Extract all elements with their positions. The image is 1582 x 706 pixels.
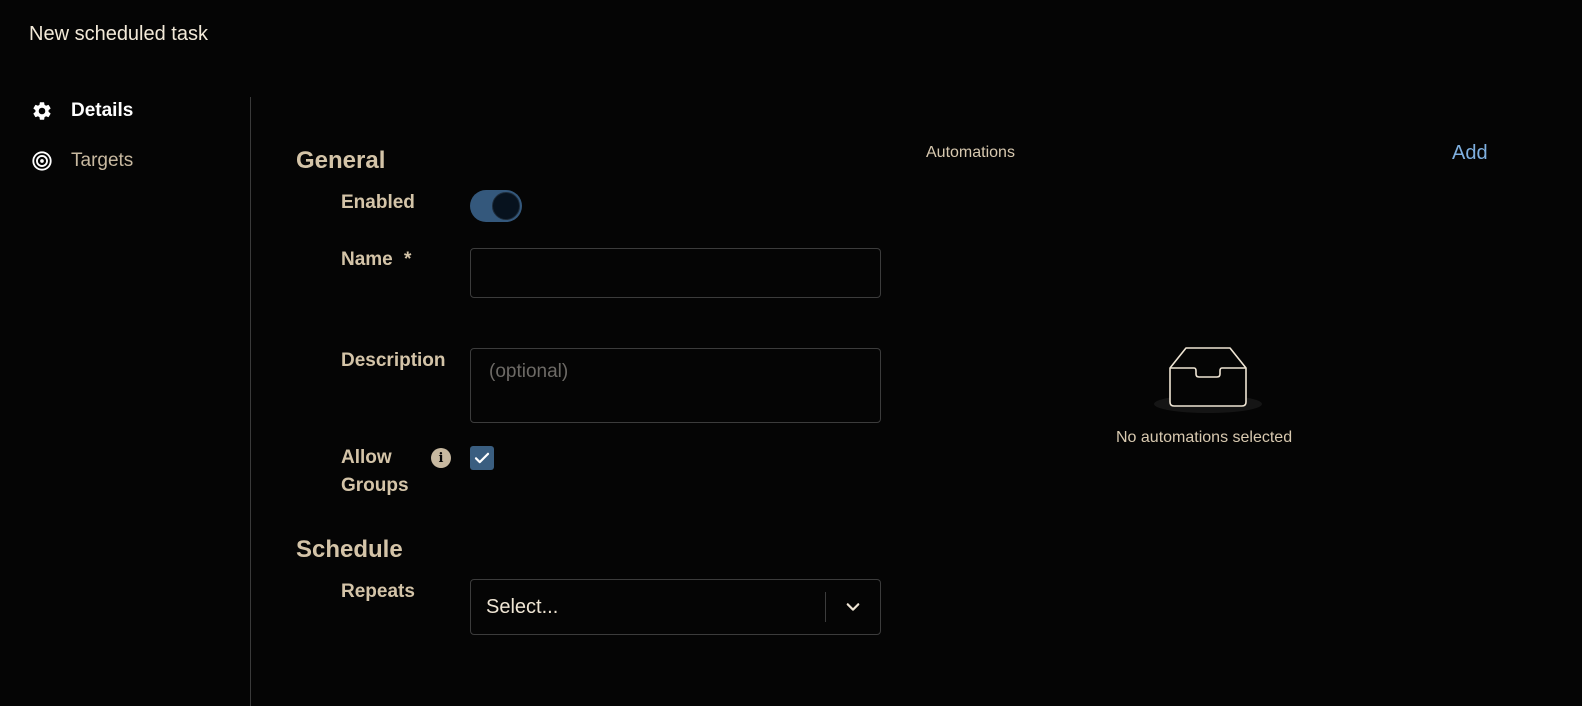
allow-groups-checkbox[interactable]	[470, 446, 494, 470]
enabled-toggle[interactable]	[470, 190, 522, 222]
name-input[interactable]	[470, 248, 881, 298]
page-title: New scheduled task	[29, 23, 208, 45]
empty-state-text: No automations selected	[1116, 429, 1293, 446]
section-title-general: General	[296, 147, 386, 174]
sidebar-divider	[250, 97, 251, 706]
empty-inbox-icon	[1150, 340, 1266, 420]
description-label: Description	[341, 350, 446, 371]
enabled-label: Enabled	[341, 192, 415, 213]
required-mark: *	[404, 249, 412, 270]
sidebar-item-details[interactable]: Details	[30, 96, 250, 126]
sidebar-item-label: Targets	[71, 150, 134, 171]
add-automation-link[interactable]: Add	[1452, 142, 1488, 165]
check-icon	[474, 452, 490, 464]
repeats-select-value: Select...	[486, 595, 559, 618]
allow-groups-label-line1: Allow	[341, 447, 392, 468]
target-icon	[30, 149, 54, 173]
name-label-text: Name	[341, 249, 393, 270]
sidebar-item-targets[interactable]: Targets	[30, 146, 250, 176]
section-title-schedule: Schedule	[296, 536, 403, 563]
repeats-label: Repeats	[341, 581, 415, 602]
info-icon[interactable]: i	[431, 448, 451, 468]
sidebar-item-label: Details	[71, 100, 134, 121]
name-label: Name *	[341, 246, 411, 274]
automations-label: Automations	[926, 144, 1015, 161]
description-input[interactable]	[470, 348, 881, 423]
sidebar: Details Targets	[30, 96, 250, 196]
allow-groups-label-line2: Groups	[341, 475, 409, 496]
gear-icon	[30, 99, 54, 123]
chevron-down-icon[interactable]	[826, 598, 880, 616]
allow-groups-label: Allow Groups	[341, 444, 409, 500]
toggle-knob	[492, 192, 520, 220]
repeats-select[interactable]: Select...	[470, 579, 881, 635]
